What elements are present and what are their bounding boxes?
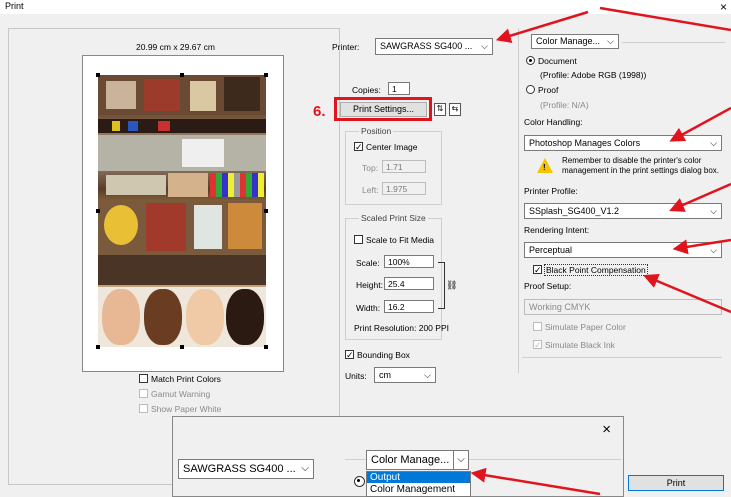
arrow bbox=[669, 182, 731, 212]
arrow bbox=[470, 467, 601, 495]
arrow bbox=[495, 10, 589, 43]
arrow bbox=[669, 106, 731, 142]
print-dialog: Print × 20.99 cm x 29.67 cm Match Print … bbox=[0, 0, 731, 497]
annotation-arrows bbox=[470, 6, 731, 495]
arrow bbox=[672, 238, 731, 255]
arrow bbox=[599, 6, 731, 32]
arrow bbox=[643, 273, 731, 314]
